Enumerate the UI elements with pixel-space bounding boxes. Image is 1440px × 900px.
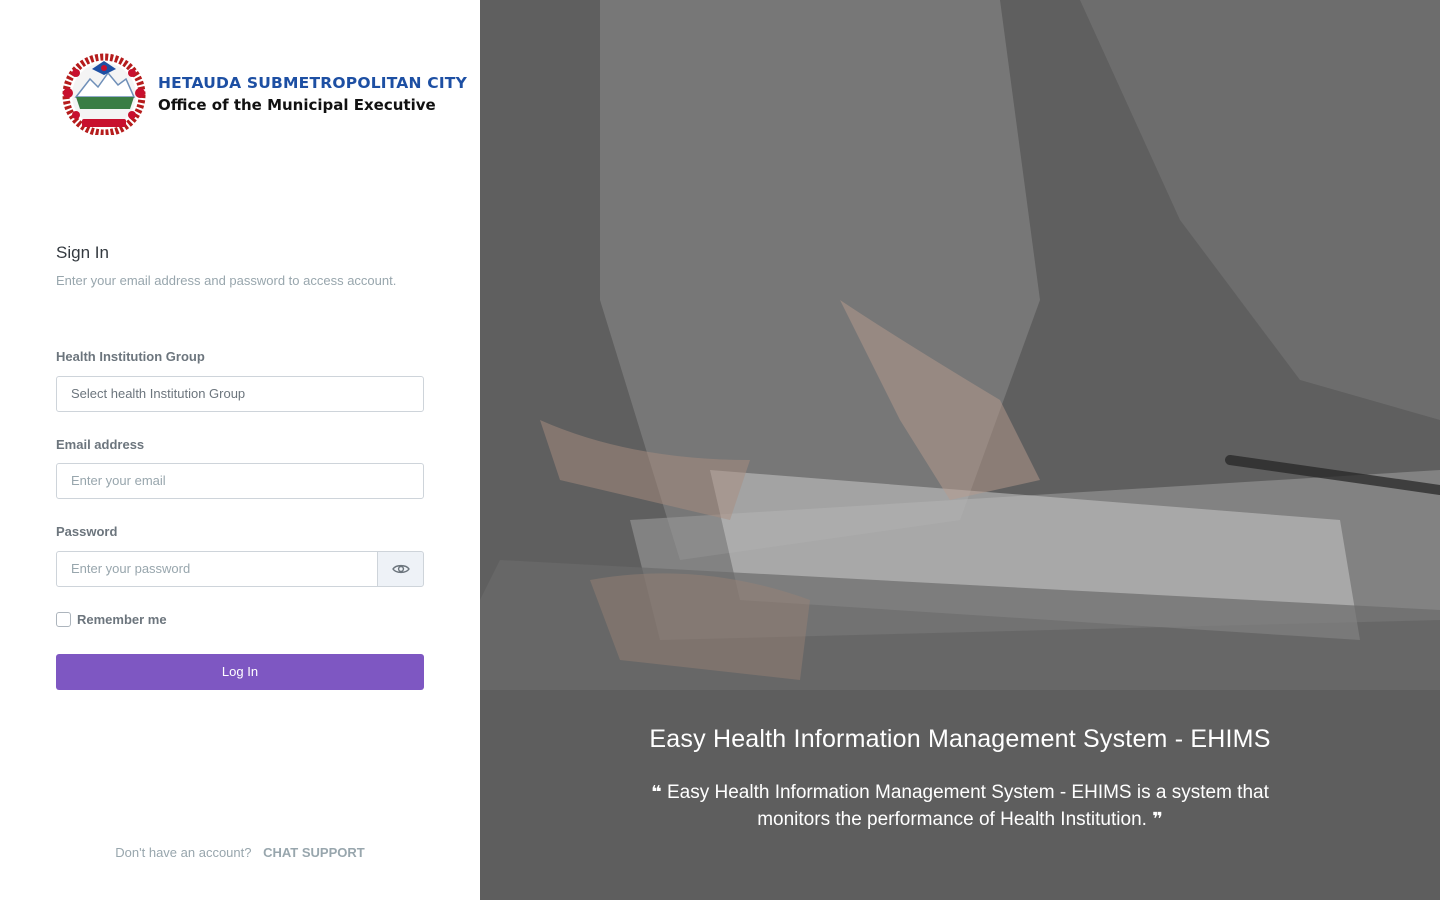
password-field[interactable]: [71, 552, 363, 585]
password-field-wrap: [56, 551, 378, 587]
remember-label: Remember me: [77, 612, 167, 627]
hero-image: [480, 0, 1440, 900]
remember-checkbox[interactable]: [56, 612, 71, 627]
page-subtitle: Enter your email address and password to…: [56, 273, 397, 288]
password-label: Password: [56, 524, 118, 539]
eye-icon: [391, 564, 410, 574]
logo-title: HETAUDA SUBMETROPOLITAN CITY: [158, 74, 468, 92]
footer-question: Don't have an account?: [115, 845, 252, 860]
logo-subtitle: Office of the Municipal Executive: [158, 96, 436, 114]
email-field-wrap: [56, 463, 424, 499]
institution-group-select[interactable]: Select health Institution Group: [56, 376, 424, 412]
quote-close-icon: ❞: [1152, 809, 1163, 829]
login-button[interactable]: Log In: [56, 654, 424, 690]
remember-me[interactable]: Remember me: [56, 612, 167, 627]
logo: HETAUDA SUBMETROPOLITAN CITY Office of t…: [56, 52, 467, 137]
quote-open-icon: ❝: [651, 782, 662, 802]
email-label: Email address: [56, 437, 145, 452]
hero-quote-text: Easy Health Information Management Syste…: [666, 782, 1269, 830]
email-field[interactable]: [71, 464, 409, 497]
hero-panel: Easy Health Information Management Syste…: [480, 0, 1440, 900]
signin-form: Sign In Enter your email address and pas…: [56, 243, 424, 690]
auth-panel: HETAUDA SUBMETROPOLITAN CITY Office of t…: [0, 0, 480, 900]
page-title: Sign In: [56, 243, 109, 262]
chat-support-link[interactable]: CHAT SUPPORT: [263, 845, 365, 860]
footer: Don't have an account? CHAT SUPPORT: [0, 845, 480, 860]
hero-title: Easy Health Information Management Syste…: [649, 725, 1271, 753]
hero-quote: ❝ Easy Health Information Management Sys…: [630, 779, 1290, 833]
group-label: Health Institution Group: [56, 349, 205, 364]
show-password-button[interactable]: [377, 551, 424, 587]
institution-group-value: Select health Institution Group: [71, 386, 246, 401]
emblem-icon: [56, 53, 152, 137]
